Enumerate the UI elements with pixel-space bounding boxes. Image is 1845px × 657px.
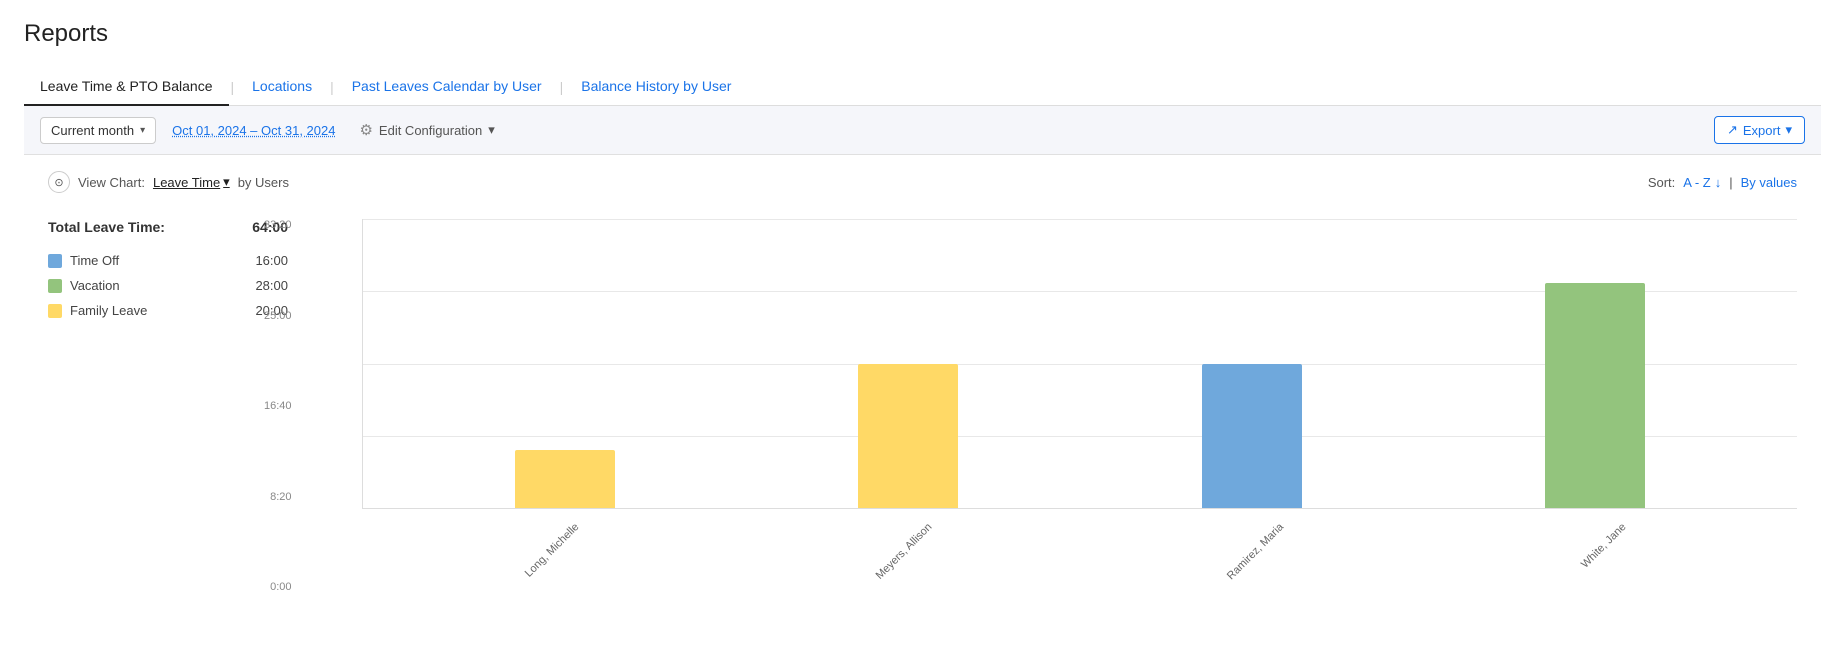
tab-locations[interactable]: Locations: [236, 68, 328, 106]
sort-label: Sort:: [1648, 175, 1675, 190]
content-area: ⊙ View Chart: Leave Time ▾ by Users Sort…: [24, 155, 1821, 609]
x-label-meyers-allison: Meyers, Allison: [874, 521, 935, 582]
sort-az-icon: ↓: [1715, 175, 1722, 190]
x-label-group-long: Long, Michelle: [362, 513, 713, 533]
tab-sep-3: |: [558, 79, 566, 95]
y-label-2: 8:20: [264, 491, 292, 503]
legend-item-time-off: Time Off 16:00: [48, 253, 288, 268]
total-leave-row: Total Leave Time: 64:00: [48, 219, 288, 235]
date-range-picker[interactable]: Oct 01, 2024 – Oct 31, 2024: [172, 123, 335, 138]
legend-left-vacation: Vacation: [48, 278, 120, 293]
bars-row: [363, 219, 1797, 508]
bar-long-michelle[interactable]: [515, 450, 615, 508]
export-label: Export: [1743, 123, 1781, 138]
y-label-4: 25:00: [264, 310, 292, 322]
tab-bar: Leave Time & PTO Balance | Locations | P…: [24, 68, 1821, 106]
legend-panel: Total Leave Time: 64:00 Time Off 16:00 V…: [48, 209, 288, 593]
by-users-label: by Users: [238, 175, 289, 190]
tab-balance-history[interactable]: Balance History by User: [565, 68, 747, 106]
y-label-5: 33:20: [264, 219, 292, 231]
legend-item-vacation: Vacation 28:00: [48, 278, 288, 293]
toolbar-right: ↗ Export ▾: [1714, 116, 1805, 144]
bar-group-meyers-allison: [737, 219, 1081, 508]
month-filter-arrow-icon: ▾: [140, 125, 145, 136]
collapse-icon: ⊙: [54, 176, 63, 189]
bar-ramirez-maria[interactable]: [1202, 364, 1302, 509]
tab-sep-2: |: [328, 79, 336, 95]
x-label-long-michelle: Long, Michelle: [523, 521, 582, 580]
legend-item-family-leave: Family Leave 20:00: [48, 303, 288, 318]
chart-container: [362, 219, 1797, 509]
view-chart-label: View Chart:: [78, 175, 145, 190]
total-leave-label: Total Leave Time:: [48, 219, 165, 235]
x-label-group-white: White, Jane: [1416, 513, 1767, 533]
sort-by-values-button[interactable]: By values: [1741, 175, 1797, 190]
x-label-group-meyers: Meyers, Allison: [713, 513, 1064, 533]
view-chart-row: ⊙ View Chart: Leave Time ▾ by Users Sort…: [48, 171, 1797, 193]
sort-separator: |: [1729, 175, 1732, 190]
toolbar: Current month ▾ Oct 01, 2024 – Oct 31, 2…: [24, 106, 1821, 155]
legend-left-family-leave: Family Leave: [48, 303, 147, 318]
month-filter-dropdown[interactable]: Current month ▾: [40, 117, 156, 144]
bar-group-white-jane: [1424, 219, 1768, 508]
edit-config-arrow-icon: ▾: [488, 122, 495, 138]
edit-config-button[interactable]: ⚙ Edit Configuration ▾: [359, 121, 494, 139]
page-container: Reports Leave Time & PTO Balance | Locat…: [0, 0, 1845, 629]
page-title: Reports: [24, 20, 1821, 48]
family-leave-label: Family Leave: [70, 303, 147, 318]
tab-leave-time[interactable]: Leave Time & PTO Balance: [24, 68, 229, 106]
legend-left-time-off: Time Off: [48, 253, 119, 268]
time-off-label: Time Off: [70, 253, 119, 268]
tab-past-leaves[interactable]: Past Leaves Calendar by User: [336, 68, 558, 106]
main-content: Total Leave Time: 64:00 Time Off 16:00 V…: [48, 209, 1797, 593]
sort-az-button[interactable]: A - Z ↓: [1683, 175, 1721, 190]
chart-area: 33:20 25:00 16:40 8:20 0:00: [312, 209, 1797, 593]
time-off-color-swatch: [48, 254, 62, 268]
sort-by-values-label: By values: [1741, 175, 1797, 190]
export-arrow-icon: ▾: [1785, 122, 1792, 138]
vacation-label: Vacation: [70, 278, 120, 293]
tab-sep-1: |: [229, 79, 237, 95]
vacation-color-swatch: [48, 279, 62, 293]
chart-type-arrow-icon: ▾: [223, 174, 230, 190]
gear-icon: ⚙: [359, 121, 372, 139]
collapse-button[interactable]: ⊙: [48, 171, 70, 193]
chart-type-dropdown[interactable]: Leave Time ▾: [153, 174, 230, 190]
x-label-ramirez-maria: Ramirez, Maria: [1225, 521, 1286, 582]
sort-az-label: A - Z: [1683, 175, 1710, 190]
x-labels: Long, Michelle Meyers, Allison Ramirez, …: [362, 513, 1797, 533]
chart-type-label: Leave Time: [153, 175, 220, 190]
bar-group-ramirez-maria: [1080, 219, 1424, 508]
y-label-3: 16:40: [264, 400, 292, 412]
bar-white-jane[interactable]: [1545, 283, 1645, 508]
family-leave-color-swatch: [48, 304, 62, 318]
x-label-group-ramirez: Ramirez, Maria: [1065, 513, 1416, 533]
x-label-white-jane: White, Jane: [1579, 521, 1629, 571]
y-axis: 33:20 25:00 16:40 8:20 0:00: [264, 219, 292, 593]
y-label-1: 0:00: [264, 581, 292, 593]
export-icon: ↗: [1727, 122, 1738, 138]
month-filter-label: Current month: [51, 123, 134, 138]
bar-meyers-allison[interactable]: [858, 364, 958, 509]
edit-config-label: Edit Configuration: [379, 123, 482, 138]
chart-wrapper: 33:20 25:00 16:40 8:20 0:00: [312, 219, 1797, 593]
bar-group-long-michelle: [393, 219, 737, 508]
sort-row: Sort: A - Z ↓ | By values: [1648, 175, 1797, 190]
export-button[interactable]: ↗ Export ▾: [1714, 116, 1805, 144]
